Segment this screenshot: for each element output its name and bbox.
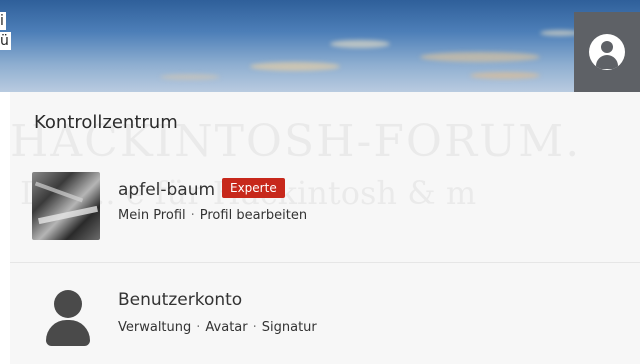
cloud	[160, 74, 220, 80]
cloud	[250, 62, 340, 71]
cloud	[330, 40, 390, 48]
rank-badge: Experte	[222, 178, 285, 198]
profile-links: Mein Profil · Profil bearbeiten	[118, 208, 307, 223]
person-icon	[46, 290, 90, 346]
user-panel: HACKINTOSH-FORUM. Die ... e für Hackinto…	[10, 92, 640, 364]
my-profile-link[interactable]: Mein Profil	[118, 208, 186, 223]
signature-link[interactable]: Signatur	[262, 320, 317, 335]
management-link[interactable]: Verwaltung	[118, 320, 191, 335]
account-row: Benutzerkonto Verwaltung · Avatar · Signatur	[10, 268, 640, 364]
account-title[interactable]: Benutzerkonto	[118, 290, 242, 310]
user-menu-button[interactable]	[574, 12, 640, 92]
divider	[10, 262, 640, 263]
separator: ·	[190, 208, 195, 223]
cloud	[470, 72, 540, 79]
separator: ·	[252, 320, 257, 335]
cloud	[420, 52, 540, 62]
user-circle-icon	[589, 34, 625, 70]
clipped-text: i	[0, 12, 6, 30]
header-banner	[0, 0, 640, 92]
profile-row: apfel-baum Experte Mein Profil · Profil be…	[10, 162, 640, 260]
separator: ·	[196, 320, 201, 335]
account-links: Verwaltung · Avatar · Signatur	[118, 320, 317, 335]
panel-title: Kontrollzentrum	[34, 112, 178, 133]
avatar[interactable]	[32, 172, 100, 240]
clipped-text: ü	[0, 32, 11, 50]
username-link[interactable]: apfel-baum	[118, 180, 215, 200]
edit-profile-link[interactable]: Profil bearbeiten	[200, 208, 307, 223]
avatar-link[interactable]: Avatar	[205, 320, 247, 335]
